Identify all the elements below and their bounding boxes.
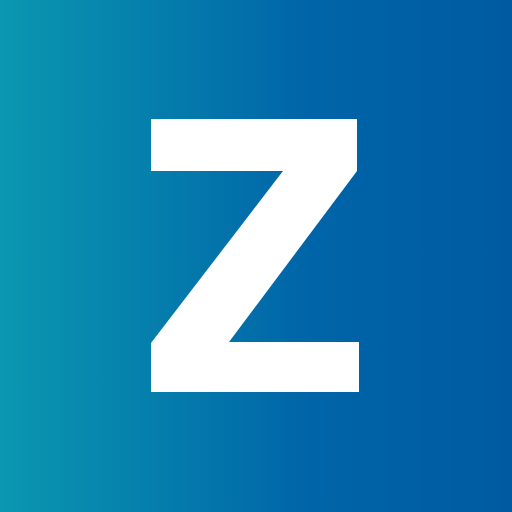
z-logo-icon bbox=[151, 119, 359, 392]
app-icon-tile bbox=[0, 0, 512, 512]
z-letter-glyph bbox=[151, 119, 359, 392]
